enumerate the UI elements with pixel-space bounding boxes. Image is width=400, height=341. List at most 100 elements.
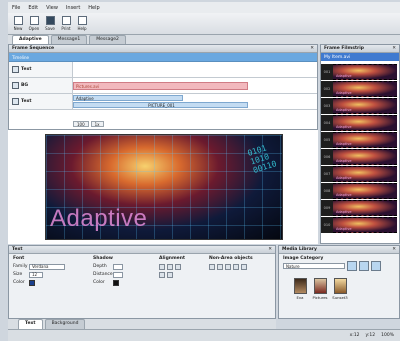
close-icon[interactable]: ✕	[310, 46, 314, 51]
frame-number: 002	[321, 81, 333, 97]
font-size-select[interactable]: 12	[29, 271, 43, 278]
text-track-icon	[12, 98, 19, 105]
open-button[interactable]: Open	[27, 15, 41, 33]
tab-text[interactable]: Text	[18, 319, 43, 329]
shadow-group: Shadow Depth Distance Color	[93, 256, 123, 287]
status-zoom: 100%	[381, 333, 394, 338]
close-icon[interactable]: ✕	[268, 247, 272, 252]
tab-message2[interactable]: Message2	[89, 35, 126, 44]
frame-number: 005	[321, 132, 333, 148]
filmstrip-frame[interactable]: 010	[321, 217, 397, 233]
pictures-thumbnail	[313, 278, 327, 294]
bold-button[interactable]	[159, 271, 165, 278]
help-icon	[77, 16, 87, 25]
shadow-distance-select[interactable]	[113, 271, 123, 278]
object-button[interactable]	[225, 263, 231, 270]
object-button[interactable]	[233, 263, 239, 270]
new-icon	[13, 16, 23, 25]
frame-thumbnail	[333, 183, 397, 199]
track-row[interactable]: Text	[9, 62, 317, 78]
library-actions	[347, 261, 381, 271]
frame-number: 010	[321, 217, 333, 233]
text-clip-sub[interactable]: PICTURE_001	[73, 102, 248, 108]
align-right-button[interactable]	[175, 263, 181, 270]
open-icon	[29, 16, 39, 25]
library-item[interactable]: Pictures	[312, 278, 328, 300]
print-button[interactable]: Print	[59, 15, 73, 33]
menu-file[interactable]: File	[12, 5, 20, 11]
alignment-group: Alignment	[159, 256, 185, 279]
menu-help[interactable]: Help	[88, 5, 99, 11]
status-x: x:12	[349, 333, 360, 338]
align-center-button[interactable]	[167, 263, 173, 270]
new-button[interactable]: New	[11, 15, 25, 33]
filmstrip-frame[interactable]: 009	[321, 200, 397, 216]
filmstrip-frame[interactable]: 005	[321, 132, 397, 148]
filmstrip-frame[interactable]: 001	[321, 64, 397, 80]
frame-number: 008	[321, 183, 333, 199]
close-icon[interactable]: ✕	[392, 247, 396, 252]
non-area-group: Non-Area objects	[209, 256, 253, 271]
library-items: Eva Pictures Sunset3	[293, 278, 348, 300]
media-library-panel: Media Library ✕ Image Category Nature Ev…	[278, 245, 400, 319]
zoom-factor[interactable]: 1x	[90, 121, 104, 127]
frame-sequence-title: Frame Sequence	[12, 46, 55, 51]
preview-text: Adaptive	[50, 205, 148, 232]
text-clip[interactable]: Adaptive	[73, 95, 183, 101]
track-row[interactable]: Text Adaptive PICTURE_001	[9, 94, 317, 110]
delete-icon[interactable]	[371, 261, 381, 271]
menu-insert[interactable]: Insert	[66, 5, 80, 11]
toolbar: New Open Save Print Help	[8, 13, 400, 35]
font-family-select[interactable]: Verdana	[29, 263, 65, 270]
import-icon[interactable]	[347, 261, 357, 271]
shadow-color-swatch[interactable]	[113, 279, 119, 286]
frame-thumbnail	[333, 81, 397, 97]
preview-area: 0101 1010 00110 Adaptive	[8, 130, 318, 244]
help-button[interactable]: Help	[75, 15, 89, 33]
filmstrip-frame[interactable]: 008	[321, 183, 397, 199]
tab-background[interactable]: Background	[44, 319, 86, 329]
filmstrip-frame[interactable]: 002	[321, 81, 397, 97]
frame-thumbnail	[333, 149, 397, 165]
frame-thumbnail	[333, 166, 397, 182]
filmstrip-title: Frame Filmstrip	[324, 46, 365, 51]
frame-filmstrip-panel: Frame Filmstrip ✕ My Item.avi 0010020030…	[320, 44, 400, 244]
shadow-depth-select[interactable]	[113, 263, 123, 270]
zoom-level[interactable]: 100	[73, 121, 89, 127]
library-item[interactable]: Sunset3	[332, 278, 348, 300]
save-button[interactable]: Save	[43, 15, 57, 33]
property-tabs: Text Background	[8, 319, 276, 329]
filmstrip-frame[interactable]: 004	[321, 115, 397, 131]
italic-button[interactable]	[167, 271, 173, 278]
filmstrip-frame[interactable]: 003	[321, 98, 397, 114]
tab-message1[interactable]: Message1	[50, 35, 88, 44]
library-item[interactable]: Eva	[293, 278, 307, 300]
menu-view[interactable]: View	[46, 5, 58, 11]
zoom-controls: 100 1x	[73, 121, 104, 127]
status-bar: x:12 y:12 100%	[8, 329, 400, 341]
object-button[interactable]	[209, 263, 215, 270]
menu-edit[interactable]: Edit	[28, 5, 38, 11]
frame-number: 004	[321, 115, 333, 131]
close-icon[interactable]: ✕	[392, 46, 396, 51]
frame-thumbnail	[333, 200, 397, 216]
preview-image[interactable]: 0101 1010 00110 Adaptive	[45, 134, 283, 240]
menu-bar: File Edit View Insert Help	[8, 2, 400, 13]
filmstrip-frame[interactable]: 007	[321, 166, 397, 182]
timeline-ruler[interactable]: Timeline	[9, 53, 317, 62]
align-left-button[interactable]	[159, 263, 165, 270]
object-button[interactable]	[241, 263, 247, 270]
eva-thumbnail	[293, 278, 307, 294]
frame-thumbnail	[333, 64, 397, 80]
save-icon	[45, 16, 55, 25]
video-clip[interactable]: Pictures.avi	[73, 82, 248, 90]
image-category-select[interactable]: Nature	[283, 263, 345, 269]
font-color-swatch[interactable]	[29, 279, 35, 286]
library-icon[interactable]	[359, 261, 369, 271]
sunset-thumbnail	[333, 278, 347, 294]
frame-number: 009	[321, 200, 333, 216]
track-row[interactable]: BG Pictures.avi	[9, 78, 317, 94]
object-button[interactable]	[217, 263, 223, 270]
tab-adaptive[interactable]: Adaptive	[12, 35, 49, 44]
filmstrip-frame[interactable]: 006	[321, 149, 397, 165]
